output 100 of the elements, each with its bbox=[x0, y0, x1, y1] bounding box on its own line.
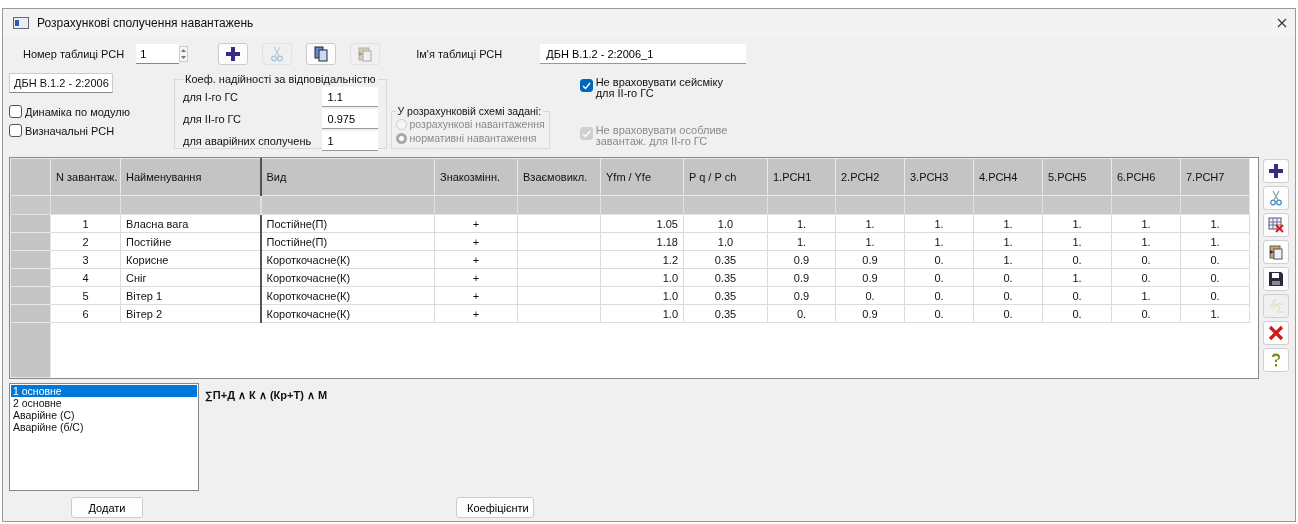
name-field[interactable]: ДБН В.1.2 - 2:2006_1 bbox=[540, 44, 747, 64]
checkbox-label: Не враховувати сейсміку для II-го ГС bbox=[595, 77, 724, 99]
table-cell: 0.9 bbox=[767, 268, 836, 287]
table-cell: 1. bbox=[1111, 286, 1181, 305]
table-cell: 1 bbox=[50, 214, 121, 233]
table-cell: 0.9 bbox=[767, 250, 836, 269]
coefficient-field[interactable]: 0.975 bbox=[321, 109, 378, 129]
formula-icon bbox=[1268, 298, 1284, 314]
table-cell: 1.0 bbox=[683, 232, 768, 251]
close-icon[interactable] bbox=[1277, 18, 1287, 28]
table-cell: 1. bbox=[1042, 232, 1112, 251]
field-label: Номер таблиці РСН bbox=[23, 48, 125, 60]
column-header[interactable]: 7.РСН7 bbox=[1180, 158, 1250, 196]
column-header[interactable]: Yfm / Yfe bbox=[600, 158, 684, 196]
table-cell: 0. bbox=[1111, 268, 1181, 287]
list-item[interactable]: 2 основне bbox=[11, 397, 197, 409]
table-cell: Короткочасне(К) bbox=[260, 304, 435, 323]
column-header[interactable]: Найменування bbox=[120, 158, 261, 196]
table-cell: 1. bbox=[767, 232, 836, 251]
table-cell: 0. bbox=[1042, 304, 1112, 323]
window-title: Розрахункові сполучення навантажень bbox=[37, 16, 255, 30]
list-item[interactable]: Аварійне (С) bbox=[11, 409, 197, 421]
table-cell: Постійне(П) bbox=[260, 214, 435, 233]
table-cell: 1.2 bbox=[600, 250, 684, 269]
column-header[interactable]: 6.РСН6 bbox=[1111, 158, 1181, 196]
plus-icon bbox=[1268, 163, 1284, 179]
column-header[interactable]: 3.РСН3 bbox=[904, 158, 974, 196]
delete-icon bbox=[1268, 325, 1284, 341]
column-header[interactable]: N завантаж. bbox=[50, 158, 121, 196]
formula-text: ∑П+Д ∧ К ∧ (Кр+Т) ∧ М bbox=[205, 389, 328, 404]
table-cell: Короткочасне(К) bbox=[260, 250, 435, 269]
toolbar-button[interactable] bbox=[218, 43, 249, 65]
table-cell: 0. bbox=[835, 286, 905, 305]
toolbar-button[interactable] bbox=[306, 43, 337, 65]
checkbox-label: Динаміка по модулю bbox=[25, 105, 130, 118]
table-cell: 0. bbox=[973, 304, 1043, 323]
table-cell: + bbox=[434, 268, 518, 287]
table-cell: 1. bbox=[1042, 268, 1112, 287]
table-cell: 0. bbox=[1180, 268, 1250, 287]
checkbox[interactable] bbox=[9, 124, 22, 137]
row-header[interactable] bbox=[10, 322, 51, 378]
table-cell: 1. bbox=[835, 232, 905, 251]
push-button[interactable]: Коефіцієнти bbox=[456, 497, 534, 518]
list-item[interactable]: 1 основне bbox=[11, 385, 197, 397]
table-cell: 1. bbox=[1042, 214, 1112, 233]
table-cell: + bbox=[434, 232, 518, 251]
column-header[interactable]: Вид bbox=[260, 158, 435, 196]
table-cell: 2 bbox=[50, 232, 121, 251]
coefficient-field[interactable]: 1.1 bbox=[321, 87, 378, 107]
table-cell: 1. bbox=[1111, 232, 1181, 251]
window-icon bbox=[13, 17, 29, 29]
table-cell: 1. bbox=[1180, 214, 1250, 233]
field-label: для аварійних сполучень bbox=[183, 135, 312, 147]
row-header[interactable] bbox=[10, 158, 51, 196]
norm-dropdown[interactable]: ДБН В.1.2 - 2:2006 bbox=[9, 73, 113, 93]
table-cell: 0.35 bbox=[683, 268, 768, 287]
table-cell: 1. bbox=[767, 214, 836, 233]
table-cell: 0. bbox=[973, 268, 1043, 287]
table-cell: 1.0 bbox=[600, 268, 684, 287]
table-cell: 0. bbox=[904, 304, 974, 323]
table-cell: Постійне(П) bbox=[260, 232, 435, 251]
table-cell: + bbox=[434, 214, 518, 233]
column-header[interactable]: P q / P ch bbox=[683, 158, 768, 196]
column-header[interactable]: 2.РСН2 bbox=[835, 158, 905, 196]
scissors-icon bbox=[1268, 190, 1284, 206]
table-cell: 0. bbox=[1180, 286, 1250, 305]
table-cell: 1. bbox=[1180, 232, 1250, 251]
table-cell: 1. bbox=[973, 250, 1043, 269]
table-cell: 3 bbox=[50, 250, 121, 269]
table-cell: 1. bbox=[973, 232, 1043, 251]
toolbar-button[interactable] bbox=[1263, 267, 1289, 291]
table-cell: 0. bbox=[973, 286, 1043, 305]
table-cell: + bbox=[434, 304, 518, 323]
paste-icon bbox=[1268, 244, 1284, 260]
checkbox[interactable] bbox=[579, 79, 593, 92]
number-field[interactable]: 1 bbox=[136, 44, 180, 64]
column-header[interactable]: Знакозмінн. bbox=[434, 158, 518, 196]
table-cell: 1. bbox=[1180, 304, 1250, 323]
push-button[interactable]: Додати bbox=[71, 497, 143, 518]
table-cell: 1. bbox=[904, 214, 974, 233]
table-cell: 1.0 bbox=[600, 304, 684, 323]
coefficient-field[interactable]: 1 bbox=[321, 131, 378, 151]
plus-icon bbox=[225, 46, 242, 62]
column-header[interactable]: 4.РСН4 bbox=[973, 158, 1043, 196]
table-cell: 0.9 bbox=[767, 286, 836, 305]
list-item[interactable]: Аварійне (б/С) bbox=[11, 421, 197, 433]
table-cell: + bbox=[434, 286, 518, 305]
radio-label: нормативні навантаження bbox=[409, 132, 537, 144]
table-cell: 1.05 bbox=[600, 214, 684, 233]
table-cell: 0.35 bbox=[683, 250, 768, 269]
column-header[interactable]: 5.РСН5 bbox=[1042, 158, 1112, 196]
table-cell: 6 bbox=[50, 304, 121, 323]
table-cell: 0. bbox=[1042, 286, 1112, 305]
table-cell: 0. bbox=[1111, 250, 1181, 269]
column-header[interactable]: 1.РСН1 bbox=[767, 158, 836, 196]
toolbar-button[interactable] bbox=[1263, 159, 1289, 183]
column-header[interactable]: Взаємовикл. bbox=[517, 158, 601, 196]
combination-list[interactable]: 1 основне 2 основне Аварійне (С) Аварійне (б/С) bbox=[9, 383, 199, 491]
checkbox[interactable] bbox=[9, 105, 22, 118]
field-label: для II-го ГС bbox=[183, 113, 241, 125]
